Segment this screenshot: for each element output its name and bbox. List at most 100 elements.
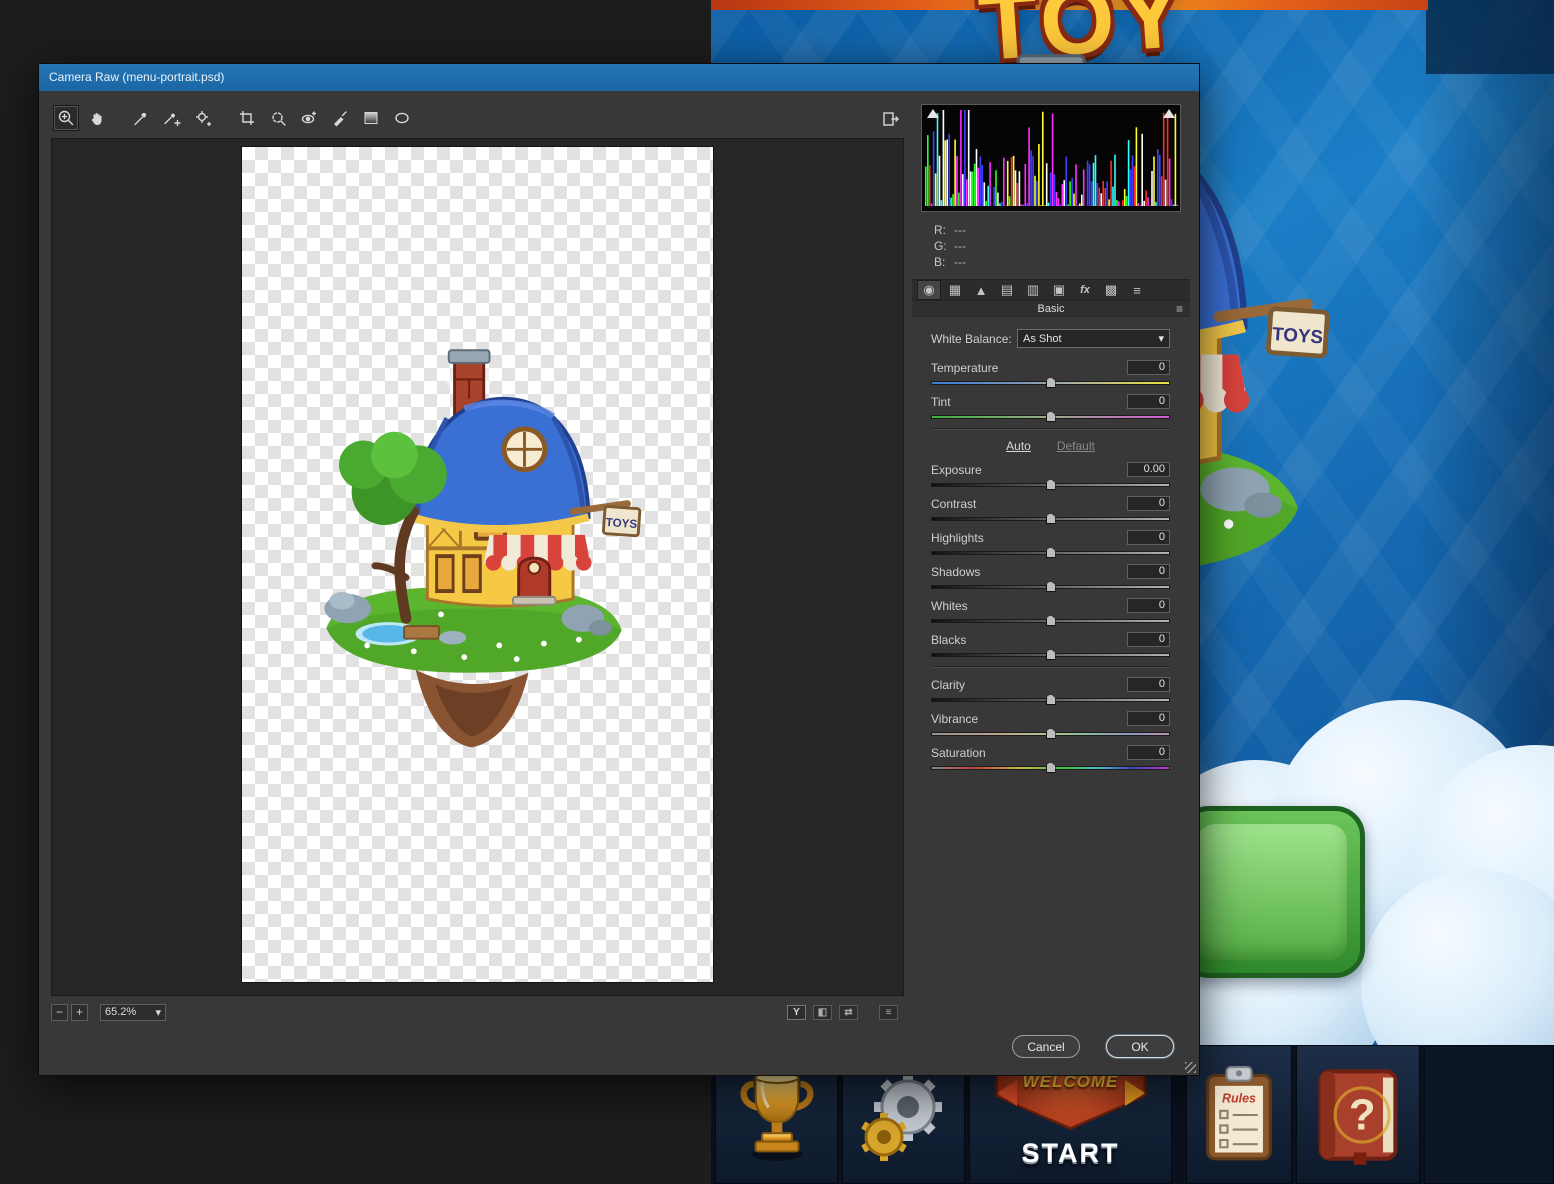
help-book-icon: ? [1318, 1068, 1398, 1165]
slider-whites: Whites 0 [931, 598, 1170, 626]
divider [931, 666, 1170, 668]
slider-temperature: Temperature 0 [931, 360, 1170, 388]
slider-tint: Tint 0 [931, 394, 1170, 422]
tab-effects[interactable]: fx [1073, 280, 1097, 300]
camera-raw-toolbar [53, 104, 415, 132]
vibrance-slider-thumb[interactable] [1045, 728, 1056, 739]
graduated-filter-tool-icon[interactable] [358, 105, 384, 131]
highlights-slider-thumb[interactable] [1045, 547, 1056, 558]
divider [931, 428, 1170, 430]
chevron-down-icon: ▾ [155, 1006, 161, 1019]
contrast-slider-thumb[interactable] [1045, 513, 1056, 524]
shadow-clipping-warning-icon[interactable] [927, 109, 939, 118]
book-question-mark: ? [1349, 1090, 1376, 1139]
shadows-slider-thumb[interactable] [1045, 581, 1056, 592]
zoom-level-value: 65.2% [105, 1006, 137, 1018]
zoom-in-button[interactable]: + [71, 1003, 88, 1021]
crop-tool-icon[interactable] [234, 105, 260, 131]
auto-link[interactable]: Auto [1006, 439, 1031, 453]
menu-strip-filler [1424, 1045, 1554, 1184]
preview-pane [51, 138, 904, 996]
before-after-left-icon[interactable]: ◧ [813, 1004, 832, 1020]
tab-basic[interactable]: ◉ [917, 280, 941, 300]
slider-vibrance: Vibrance 0 [931, 711, 1170, 739]
tab-tone-curve[interactable]: ▦ [943, 280, 967, 300]
preview-mode-toggle[interactable]: Y [787, 1004, 806, 1020]
radial-filter-tool-icon[interactable] [389, 105, 415, 131]
tint-slider-thumb[interactable] [1045, 411, 1056, 422]
white-balance-select[interactable]: As Shot ▾ [1017, 329, 1170, 348]
slider-shadows: Shadows 0 [931, 564, 1170, 592]
saturation-value[interactable]: 0 [1127, 745, 1170, 760]
white-balance-label: White Balance: [931, 331, 1012, 346]
zoom-level-select[interactable]: 65.2% ▾ [100, 1003, 166, 1021]
resize-grip[interactable] [1185, 1062, 1196, 1073]
blacks-slider-thumb[interactable] [1045, 649, 1056, 660]
before-after-swap-icon[interactable]: ⇄ [839, 1004, 858, 1020]
chevron-down-icon: ▾ [1158, 333, 1164, 345]
banner-left-arrow-icon [996, 1080, 1017, 1106]
tab-camera-calibration[interactable]: ▩ [1099, 280, 1123, 300]
tab-split-toning[interactable]: ▥ [1021, 280, 1045, 300]
adjustment-brush-tool-icon[interactable] [327, 105, 353, 131]
toyshop-artwork-preview [270, 257, 678, 762]
slider-highlights: Highlights 0 [931, 530, 1170, 558]
slider-contrast: Contrast 0 [931, 496, 1170, 524]
saturation-slider-thumb[interactable] [1045, 762, 1056, 773]
color-sampler-tool-icon[interactable] [159, 105, 185, 131]
contrast-value[interactable]: 0 [1127, 496, 1170, 511]
rules-button[interactable]: Rules [1186, 1045, 1292, 1184]
exposure-slider-thumb[interactable] [1045, 479, 1056, 490]
hand-tool-icon[interactable] [84, 105, 110, 131]
gears-icon [860, 1072, 942, 1161]
banner-right-arrow-icon [1124, 1080, 1145, 1106]
rules-clipboard-icon: Rules [1206, 1065, 1272, 1160]
toggle-fullscreen-icon[interactable] [877, 106, 903, 132]
exposure-value[interactable]: 0.00 [1127, 462, 1170, 477]
tint-value[interactable]: 0 [1127, 394, 1170, 409]
histogram [921, 104, 1181, 212]
tab-detail[interactable]: ▲ [969, 280, 993, 300]
slider-clarity: Clarity 0 [931, 677, 1170, 705]
temperature-value[interactable]: 0 [1127, 360, 1170, 375]
highlights-value[interactable]: 0 [1127, 530, 1170, 545]
image-canvas[interactable] [242, 147, 713, 982]
camera-raw-dialog: Camera Raw (menu-portrait.psd) − + 65.2%… [38, 63, 1200, 1076]
help-book-button[interactable]: ? [1296, 1045, 1420, 1184]
basic-panel-header: Basic ≡ [912, 301, 1190, 317]
clarity-value[interactable]: 0 [1127, 677, 1170, 692]
shadows-value[interactable]: 0 [1127, 564, 1170, 579]
default-link[interactable]: Default [1057, 439, 1095, 453]
whites-slider-thumb[interactable] [1045, 615, 1056, 626]
clarity-slider-thumb[interactable] [1045, 694, 1056, 705]
blacks-value[interactable]: 0 [1127, 632, 1170, 647]
white-balance-tool-icon[interactable] [128, 105, 154, 131]
adjustments-panel: R: --- G: --- B: --- ◉ ▦ ▲ ▤ ▥ ▣ fx ▩ ≡ Bas… [912, 97, 1190, 1022]
temperature-slider-thumb[interactable] [1045, 377, 1056, 388]
red-eye-tool-icon[interactable] [296, 105, 322, 131]
preview-preferences-icon[interactable]: ≡ [879, 1004, 898, 1020]
slider-blacks: Blacks 0 [931, 632, 1170, 660]
white-balance-row: White Balance: As Shot ▾ [931, 329, 1170, 348]
menu-green-button[interactable] [1179, 806, 1365, 978]
tab-hsl-grayscale[interactable]: ▤ [995, 280, 1019, 300]
vibrance-value[interactable]: 0 [1127, 711, 1170, 726]
dialog-titlebar[interactable]: Camera Raw (menu-portrait.psd) [39, 64, 1199, 91]
spot-removal-tool-icon[interactable] [265, 105, 291, 131]
panel-tabstrip: ◉ ▦ ▲ ▤ ▥ ▣ fx ▩ ≡ [912, 279, 1190, 301]
panel-menu-icon[interactable]: ≡ [1176, 301, 1183, 317]
highlight-clipping-warning-icon[interactable] [1163, 109, 1175, 118]
zoom-out-button[interactable]: − [51, 1003, 68, 1021]
rules-label: Rules [1222, 1091, 1256, 1105]
screen: TOY WELCOME START Rules ? Camera Raw (me… [0, 0, 1554, 1184]
start-label: START [1021, 1138, 1120, 1168]
tab-lens-corrections[interactable]: ▣ [1047, 280, 1071, 300]
targeted-adjustment-tool-icon[interactable] [190, 105, 216, 131]
top-right-dark-corner [1426, 0, 1554, 74]
whites-value[interactable]: 0 [1127, 598, 1170, 613]
zoom-tool-icon[interactable] [53, 105, 79, 131]
ok-button[interactable]: OK [1106, 1035, 1174, 1058]
slider-exposure: Exposure 0.00 [931, 462, 1170, 490]
cancel-button[interactable]: Cancel [1012, 1035, 1080, 1058]
tab-presets[interactable]: ≡ [1125, 280, 1149, 300]
